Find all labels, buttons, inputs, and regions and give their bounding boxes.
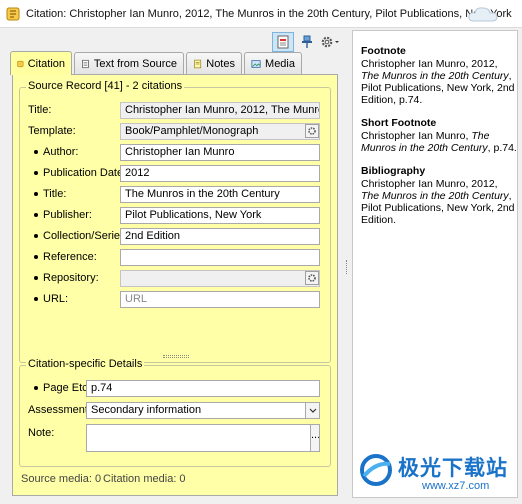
short-footnote-text: Christopher Ian Munro, The Munros in the… xyxy=(361,130,517,154)
pin-icon xyxy=(302,35,312,48)
reference-label: Reference: xyxy=(34,251,97,263)
footnote-block: Footnote Christopher Ian Munro, 2012, Th… xyxy=(361,45,517,106)
footnote-heading: Footnote xyxy=(361,45,406,57)
publisher-field[interactable]: Pilot Publications, New York xyxy=(120,207,320,224)
image-icon xyxy=(251,59,261,68)
assessment-value: Secondary information xyxy=(91,404,202,416)
publisher-label: Publisher: xyxy=(34,209,92,221)
citation-media-count: Citation media: 0 xyxy=(103,473,186,485)
gear-icon xyxy=(308,274,316,282)
citation-icon xyxy=(17,60,24,67)
watermark-url: www.xz7.com xyxy=(422,480,490,492)
short-footnote-block: Short Footnote Christopher Ian Munro, Th… xyxy=(361,117,517,154)
collection-series-label: Collection/Series: xyxy=(34,230,129,242)
reference-field[interactable] xyxy=(120,249,320,266)
citation-app-icon xyxy=(6,7,20,21)
repository-label: Repository: xyxy=(34,272,99,284)
template-settings-button[interactable] xyxy=(305,124,319,138)
url-label: URL: xyxy=(34,293,68,305)
source-record-group: Source Record [41] - 2 citations Title: … xyxy=(19,80,331,363)
note-expand-button[interactable]: ... xyxy=(310,424,320,452)
assessment-dropdown-button[interactable] xyxy=(305,403,319,418)
page-etc-label: Page Etc: xyxy=(34,382,91,394)
cloud-icon[interactable] xyxy=(466,4,500,24)
citation-details-group: Citation-specific Details Page Etc: p.74… xyxy=(19,358,331,467)
bibliography-block: Bibliography Christopher Ian Munro, 2012… xyxy=(361,165,517,226)
assessment-select[interactable]: Secondary information xyxy=(86,402,320,419)
book-title-label: Title: xyxy=(34,188,66,200)
document-icon xyxy=(82,59,89,68)
template-label: Template: xyxy=(28,125,76,137)
watermark-logo-icon xyxy=(360,454,392,486)
bibliography-heading: Bibliography xyxy=(361,165,426,177)
note-icon xyxy=(194,59,202,68)
source-record-heading: Source Record [41] - 2 citations xyxy=(26,80,185,92)
watermark-title: 极光下载站 xyxy=(398,457,508,480)
source-title-field[interactable]: Christopher Ian Munro, 2012, The Munros … xyxy=(120,102,320,119)
repository-field[interactable] xyxy=(120,270,320,287)
chevron-down-icon xyxy=(309,408,316,413)
author-label: Author: xyxy=(34,146,78,158)
note-label: Note: xyxy=(28,427,55,439)
assessment-label: Assessment: xyxy=(28,404,91,416)
url-field[interactable]: URL xyxy=(120,291,320,308)
gear-icon xyxy=(321,36,339,48)
panel-splitter[interactable] xyxy=(163,355,189,358)
tab-notes[interactable]: Notes xyxy=(186,52,242,74)
bibliography-text: Christopher Ian Munro, 2012, The Munros … xyxy=(361,178,515,226)
settings-button[interactable] xyxy=(318,32,342,52)
tab-media[interactable]: Media xyxy=(244,52,302,74)
citation-preview-pane: Footnote Christopher Ian Munro, 2012, Th… xyxy=(352,30,518,498)
note-field[interactable] xyxy=(86,424,312,452)
tab-label: Text from Source xyxy=(93,57,177,70)
book-title-field[interactable]: The Munros in the 20th Century xyxy=(120,186,320,203)
source-media-count: Source media: 0 xyxy=(21,473,102,485)
collection-series-field[interactable]: 2nd Edition xyxy=(120,228,320,245)
footnote-text: Christopher Ian Munro, 2012, The Munros … xyxy=(361,58,515,106)
gear-icon xyxy=(308,127,316,135)
citation-view-button[interactable] xyxy=(272,32,294,52)
author-field[interactable]: Christopher Ian Munro xyxy=(120,144,320,161)
publication-date-field[interactable]: 2012 xyxy=(120,165,320,182)
window-title: Citation: Christopher Ian Munro, 2012, T… xyxy=(26,8,512,20)
tab-label: Citation xyxy=(27,57,65,70)
short-footnote-heading: Short Footnote xyxy=(361,117,437,129)
title-bar: Citation: Christopher Ian Munro, 2012, T… xyxy=(0,0,522,28)
citation-details-heading: Citation-specific Details xyxy=(26,358,145,370)
tab-citation[interactable]: Citation xyxy=(10,51,72,75)
tab-text-from-source[interactable]: Text from Source xyxy=(74,52,184,74)
publication-date-label: Publication Date: xyxy=(34,167,126,179)
page-etc-field[interactable]: p.74 xyxy=(86,380,320,397)
vertical-splitter[interactable] xyxy=(346,260,348,274)
site-watermark: 极光下载站 www.xz7.com xyxy=(354,446,518,500)
document-red-icon xyxy=(277,35,289,49)
repository-settings-button[interactable] xyxy=(305,271,319,285)
template-field[interactable]: Book/Pamphlet/Monograph xyxy=(120,123,320,140)
tab-label: Media xyxy=(265,57,295,70)
citation-editor-pane: Citation Text from Source Notes Media So… xyxy=(0,28,344,504)
tab-label: Notes xyxy=(206,57,235,70)
pin-button[interactable] xyxy=(296,32,318,52)
citation-panel: Source Record [41] - 2 citations Title: … xyxy=(12,74,338,496)
title-label: Title: xyxy=(28,104,52,116)
